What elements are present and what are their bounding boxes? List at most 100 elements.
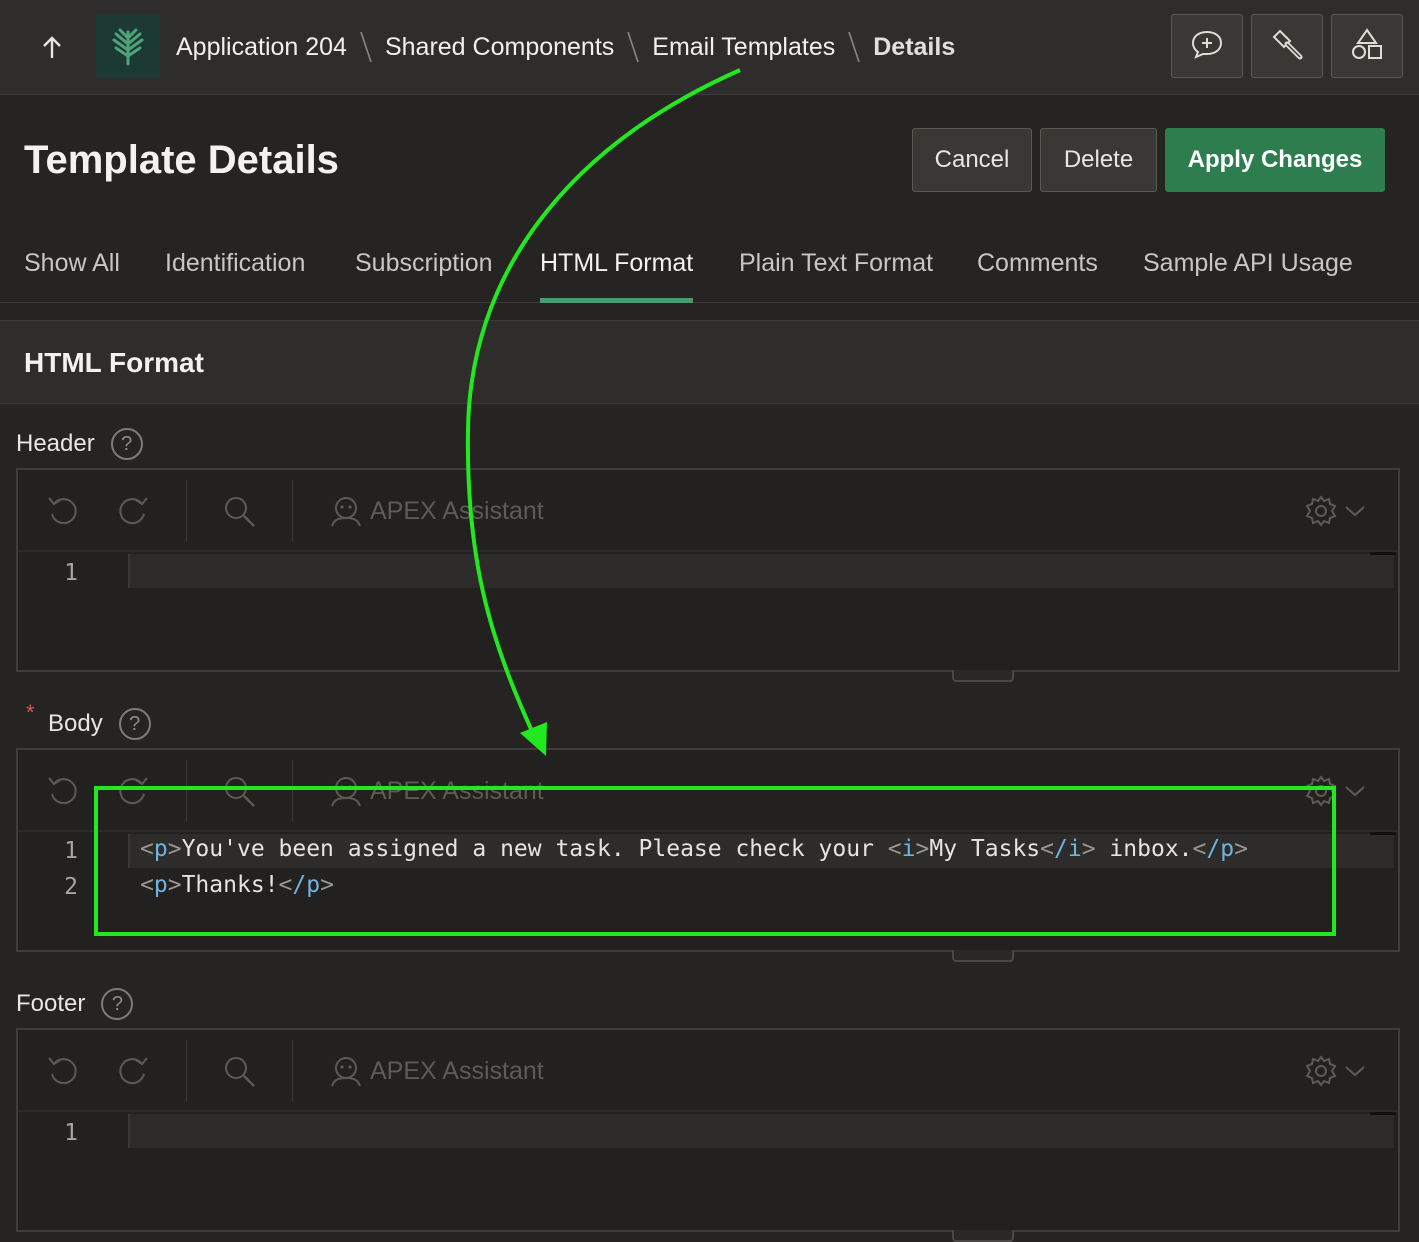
toolbar-divider xyxy=(186,1040,187,1102)
code-text: inbox. xyxy=(1095,836,1193,862)
feedback-button[interactable] xyxy=(1171,14,1243,78)
flashlight-button[interactable] xyxy=(1251,14,1323,78)
body-label-text: Body xyxy=(48,710,103,737)
active-line-highlight xyxy=(128,554,1394,588)
code-line-2: <p>Thanks!</p> xyxy=(140,872,334,898)
code-line-1: <p>You've been assigned a new task. Plea… xyxy=(140,836,1248,862)
search-icon[interactable] xyxy=(222,490,256,532)
apex-assistant-label: APEX Assistant xyxy=(370,1056,544,1085)
undo-icon[interactable] xyxy=(46,770,80,812)
scrollbar[interactable] xyxy=(1370,832,1396,835)
chevron-down-icon[interactable] xyxy=(1344,490,1366,532)
delete-button[interactable]: Delete xyxy=(1040,128,1157,192)
editor-toolbar: APEX Assistant xyxy=(18,470,1398,552)
chevron-down-icon[interactable] xyxy=(1344,770,1366,812)
apex-assistant-button[interactable]: APEX Assistant xyxy=(328,490,544,532)
gear-icon[interactable] xyxy=(1304,490,1338,532)
page-title: Template Details xyxy=(24,138,339,182)
header-label: Header ? xyxy=(16,428,143,460)
line-number-gutter: 1 xyxy=(18,1112,128,1230)
footer-label-text: Footer xyxy=(16,990,86,1017)
code-area[interactable] xyxy=(128,1112,1394,1230)
tab-plain-text-format[interactable]: Plain Text Format xyxy=(739,249,933,303)
breadcrumb: Application 204 Shared Components Email … xyxy=(176,30,955,64)
active-line-highlight xyxy=(128,1114,1394,1148)
html-tag: p xyxy=(153,872,168,898)
gear-icon[interactable] xyxy=(1304,1050,1338,1092)
tab-identification[interactable]: Identification xyxy=(165,249,305,303)
body-help-icon[interactable]: ? xyxy=(118,708,151,740)
line-number: 1 xyxy=(64,1120,78,1146)
tab-subscription[interactable]: Subscription xyxy=(355,249,493,303)
redo-icon[interactable] xyxy=(116,770,150,812)
breadcrumb-email-templates[interactable]: Email Templates xyxy=(652,33,835,62)
code-text: You've been assigned a new task. Please … xyxy=(181,836,888,862)
apex-assistant-button[interactable]: APEX Assistant xyxy=(328,1050,544,1092)
scrollbar[interactable] xyxy=(1370,1112,1396,1115)
tab-show-all[interactable]: Show All xyxy=(24,249,120,303)
top-bar: Application 204 Shared Components Email … xyxy=(0,0,1419,95)
breadcrumb-separator xyxy=(835,30,873,64)
tab-sample-api-usage[interactable]: Sample API Usage xyxy=(1143,249,1353,303)
apply-changes-button[interactable]: Apply Changes xyxy=(1165,128,1385,192)
search-icon[interactable] xyxy=(222,770,256,812)
shapes-icon xyxy=(1350,27,1384,66)
toolbar-divider xyxy=(292,760,293,822)
cancel-button[interactable]: Cancel xyxy=(912,128,1032,192)
apex-assistant-button[interactable]: APEX Assistant xyxy=(328,770,544,812)
footer-help-icon[interactable]: ? xyxy=(101,988,134,1020)
apex-assistant-label: APEX Assistant xyxy=(370,776,544,805)
chevron-down-icon[interactable] xyxy=(1344,1050,1366,1092)
breadcrumb-application[interactable]: Application 204 xyxy=(176,33,347,62)
header-help-icon[interactable]: ? xyxy=(110,428,143,460)
undo-icon[interactable] xyxy=(46,490,80,532)
gear-icon[interactable] xyxy=(1304,770,1338,812)
redo-icon[interactable] xyxy=(116,490,150,532)
tab-bar: Show All Identification Subscription HTM… xyxy=(0,235,1419,303)
breadcrumb-current: Details xyxy=(873,32,956,61)
header-label-text: Header xyxy=(16,430,95,457)
breadcrumb-separator xyxy=(614,30,652,64)
code-text: Thanks! xyxy=(181,872,279,898)
redo-icon[interactable] xyxy=(116,1050,150,1092)
toolbar-divider xyxy=(292,1040,293,1102)
editor-toolbar: APEX Assistant xyxy=(18,1030,1398,1112)
required-marker: * xyxy=(26,700,35,725)
flashlight-icon xyxy=(1270,27,1304,66)
line-number-gutter: 1 2 xyxy=(18,832,128,950)
scrollbar[interactable] xyxy=(1370,552,1396,555)
undo-icon[interactable] xyxy=(46,1050,80,1092)
shared-components-button[interactable] xyxy=(1331,14,1403,78)
html-tag: /p xyxy=(292,872,321,898)
html-tag: /p xyxy=(1206,836,1235,862)
breadcrumb-shared-components[interactable]: Shared Components xyxy=(385,33,614,62)
apex-assistant-label: APEX Assistant xyxy=(370,496,544,525)
breadcrumb-separator xyxy=(347,30,385,64)
assistant-icon xyxy=(331,497,361,527)
body-label: Body ? xyxy=(48,708,151,740)
footer-resize-handle[interactable] xyxy=(952,1230,1014,1242)
tab-html-format[interactable]: HTML Format xyxy=(540,249,694,303)
toolbar-divider xyxy=(186,760,187,822)
code-area[interactable]: <p>You've been assigned a new task. Plea… xyxy=(128,832,1394,950)
html-tag: p xyxy=(153,836,168,862)
toolbar-divider xyxy=(186,480,187,542)
footer-code-editor[interactable]: APEX Assistant 1 xyxy=(16,1028,1400,1232)
body-code-editor[interactable]: APEX Assistant 1 2 <p>You've been assign… xyxy=(16,748,1400,952)
line-number-gutter: 1 xyxy=(18,552,128,670)
body-resize-handle[interactable] xyxy=(952,950,1014,962)
editor-toolbar: APEX Assistant xyxy=(18,750,1398,832)
header-resize-handle[interactable] xyxy=(952,670,1014,682)
app-logo-icon[interactable] xyxy=(96,14,160,78)
line-number: 1 xyxy=(64,560,78,586)
search-icon[interactable] xyxy=(222,1050,256,1092)
toolbar-divider xyxy=(292,480,293,542)
region-title: HTML Format xyxy=(24,347,204,378)
tab-comments[interactable]: Comments xyxy=(977,249,1098,303)
region-header: HTML Format xyxy=(0,320,1419,404)
code-area[interactable] xyxy=(128,552,1394,670)
assistant-icon xyxy=(331,1057,361,1087)
assistant-icon xyxy=(331,777,361,807)
header-code-editor[interactable]: APEX Assistant 1 xyxy=(16,468,1400,672)
up-arrow-icon[interactable] xyxy=(30,28,74,68)
